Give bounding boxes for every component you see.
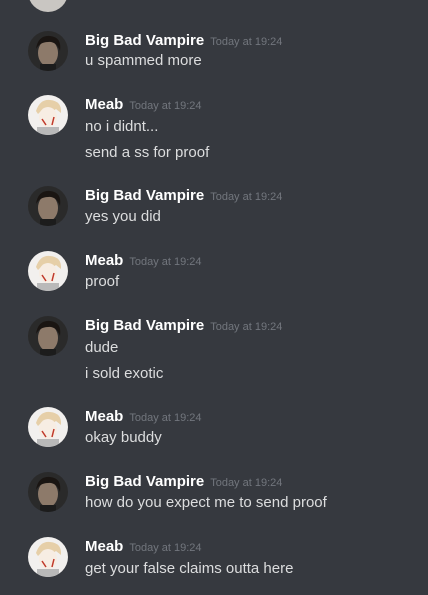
meab-avatar[interactable] xyxy=(28,407,68,447)
timestamp[interactable]: Today at 19:24 xyxy=(210,191,282,203)
message-text: how do you expect me to send proof xyxy=(85,494,327,511)
meab-avatar[interactable] xyxy=(28,95,68,135)
partial-avatar[interactable] xyxy=(28,0,68,12)
message-header: Big Bad Vampire Today at 19:24 xyxy=(85,316,282,336)
vampire-avatar[interactable] xyxy=(28,31,68,71)
timestamp[interactable]: Today at 19:24 xyxy=(129,100,201,112)
username[interactable]: Big Bad Vampire xyxy=(85,187,204,204)
vampire-avatar[interactable] xyxy=(28,186,68,226)
username[interactable]: Big Bad Vampire xyxy=(85,32,204,49)
message-text: u spammed more xyxy=(85,52,202,69)
username[interactable]: Meab xyxy=(85,408,123,425)
timestamp[interactable]: Today at 19:24 xyxy=(210,36,282,48)
meab-avatar[interactable] xyxy=(28,537,68,577)
message-header: Big Bad Vampire Today at 19:24 xyxy=(85,472,282,492)
timestamp[interactable]: Today at 19:24 xyxy=(210,477,282,489)
message-text: send a ss for proof xyxy=(85,144,210,161)
message-header: Meab Today at 19:24 xyxy=(85,251,202,271)
message-text: dude xyxy=(85,339,119,356)
username[interactable]: Big Bad Vampire xyxy=(85,473,204,490)
username[interactable]: Meab xyxy=(85,252,123,269)
timestamp[interactable]: Today at 19:24 xyxy=(210,321,282,333)
message-text: yes you did xyxy=(85,208,161,225)
timestamp[interactable]: Today at 19:24 xyxy=(129,256,201,268)
message-text: get your false claims outta here xyxy=(85,560,294,577)
message-header: Big Bad Vampire Today at 19:24 xyxy=(85,186,282,206)
message-text: i sold exotic xyxy=(85,365,164,382)
vampire-avatar[interactable] xyxy=(28,316,68,356)
timestamp[interactable]: Today at 19:24 xyxy=(129,542,201,554)
vampire-avatar[interactable] xyxy=(28,472,68,512)
username[interactable]: Meab xyxy=(85,538,123,555)
message-text: okay buddy xyxy=(85,429,162,446)
chat-message-list: Big Bad Vampire Today at 19:24 u spammed … xyxy=(0,0,428,595)
message-text: no i didnt... xyxy=(85,118,159,135)
username[interactable]: Meab xyxy=(85,96,123,113)
timestamp[interactable]: Today at 19:24 xyxy=(129,412,201,424)
message-header: Meab Today at 19:24 xyxy=(85,407,202,427)
message-header: Big Bad Vampire Today at 19:24 xyxy=(85,31,282,51)
meab-avatar[interactable] xyxy=(28,251,68,291)
message-text: proof xyxy=(85,273,120,290)
username[interactable]: Big Bad Vampire xyxy=(85,317,204,334)
message-header: Meab Today at 19:24 xyxy=(85,95,202,115)
message-header: Meab Today at 19:24 xyxy=(85,537,202,557)
